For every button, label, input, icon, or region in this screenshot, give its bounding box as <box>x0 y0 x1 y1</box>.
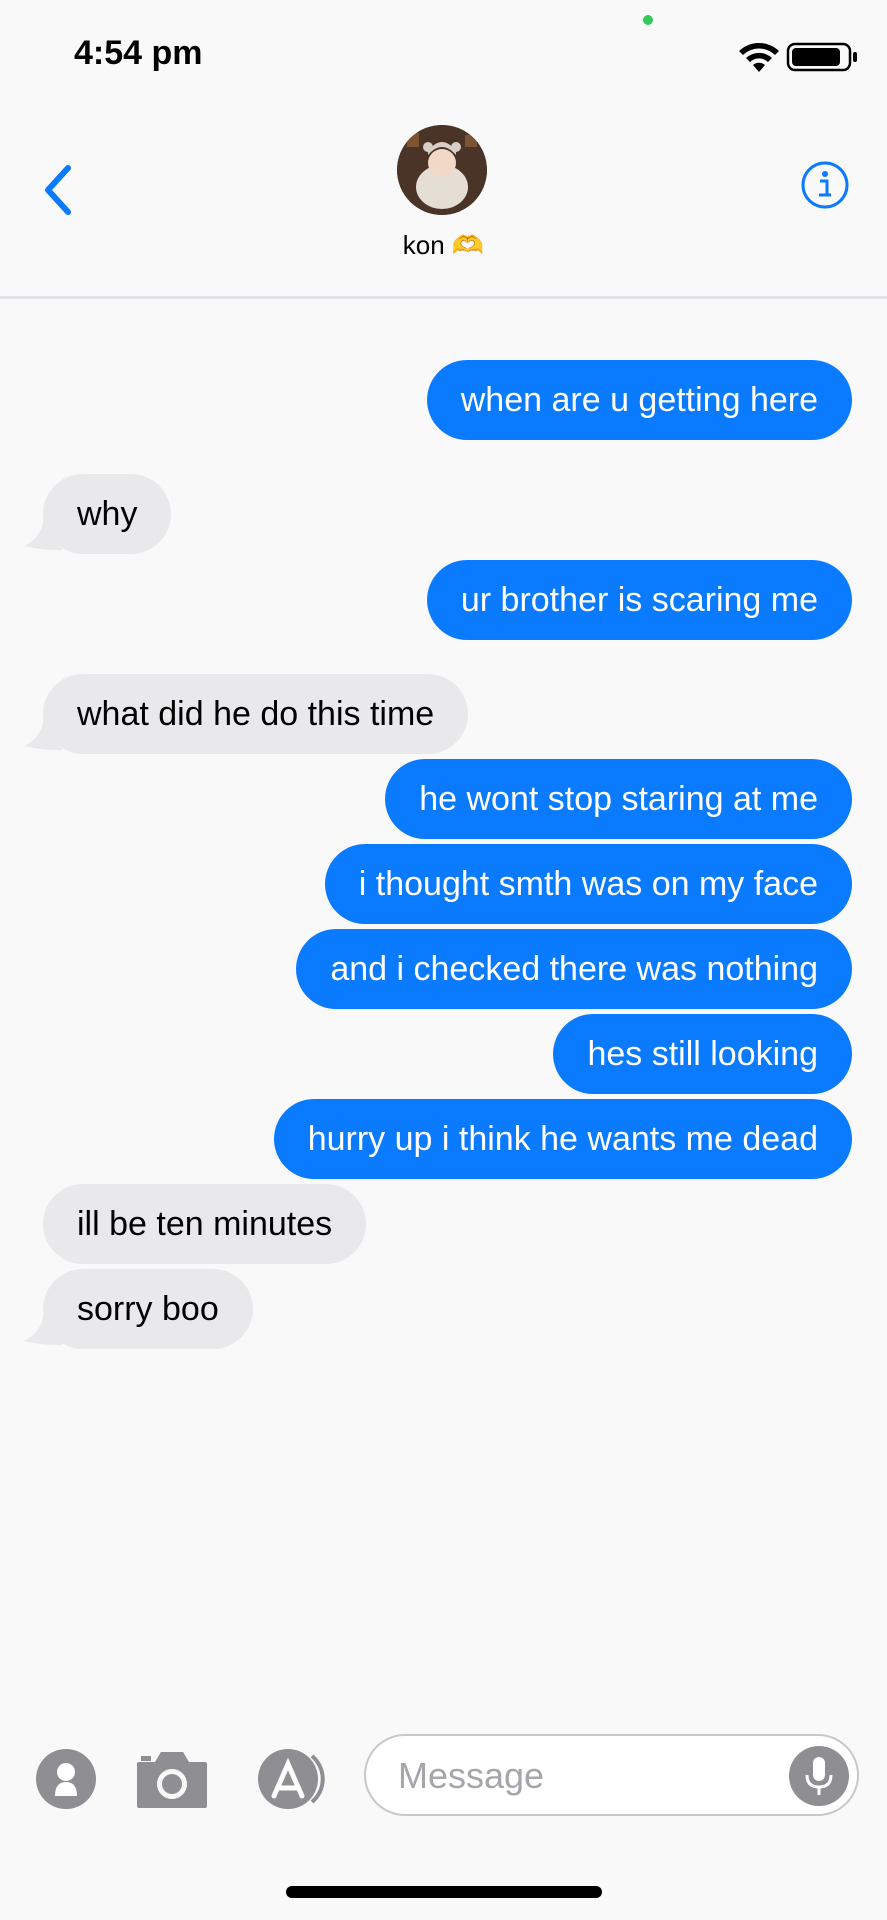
camera-icon[interactable] <box>135 1748 209 1810</box>
contact-avatar[interactable] <box>397 125 487 215</box>
microphone-icon[interactable] <box>788 1745 850 1807</box>
conversation-header: kon 🫶 <box>0 110 887 299</box>
camera-indicator-dot <box>643 15 653 25</box>
message-bubble-sent[interactable]: and i checked there was nothing <box>296 929 852 1009</box>
status-time: 4:54 pm <box>74 34 203 72</box>
message-bubble-sent[interactable]: hes still looking <box>553 1014 852 1094</box>
back-chevron-icon[interactable] <box>36 160 84 220</box>
message-bubble-sent[interactable]: when are u getting here <box>426 360 852 440</box>
message-bubble-received[interactable]: ill be ten minutes <box>43 1184 367 1264</box>
wifi-icon <box>739 43 779 72</box>
message-input[interactable] <box>396 1736 800 1816</box>
avatar-photo <box>397 125 487 215</box>
battery-icon <box>786 42 857 72</box>
message-bubble-sent[interactable]: he wont stop staring at me <box>385 759 852 839</box>
app-store-icon[interactable] <box>252 1748 332 1810</box>
message-bubble-received[interactable]: what did he do this time <box>43 674 469 754</box>
message-bubble-sent[interactable]: ur brother is scaring me <box>426 560 852 640</box>
home-indicator[interactable] <box>286 1886 602 1898</box>
status-bar: 4:54 pm <box>0 0 887 110</box>
info-icon[interactable] <box>800 160 850 210</box>
contact-name[interactable]: kon 🫶 <box>0 230 887 261</box>
message-bubble-sent[interactable]: i thought smth was on my face <box>324 844 852 924</box>
message-bubble-sent[interactable]: hurry up i think he wants me dead <box>273 1099 852 1179</box>
message-bubble-received[interactable]: why <box>43 474 172 554</box>
message-field[interactable] <box>364 1734 859 1816</box>
message-bubble-received[interactable]: sorry boo <box>43 1269 253 1349</box>
contact-card-icon[interactable] <box>35 1748 97 1810</box>
message-thread: when are u getting here why ur brother i… <box>0 296 887 1736</box>
